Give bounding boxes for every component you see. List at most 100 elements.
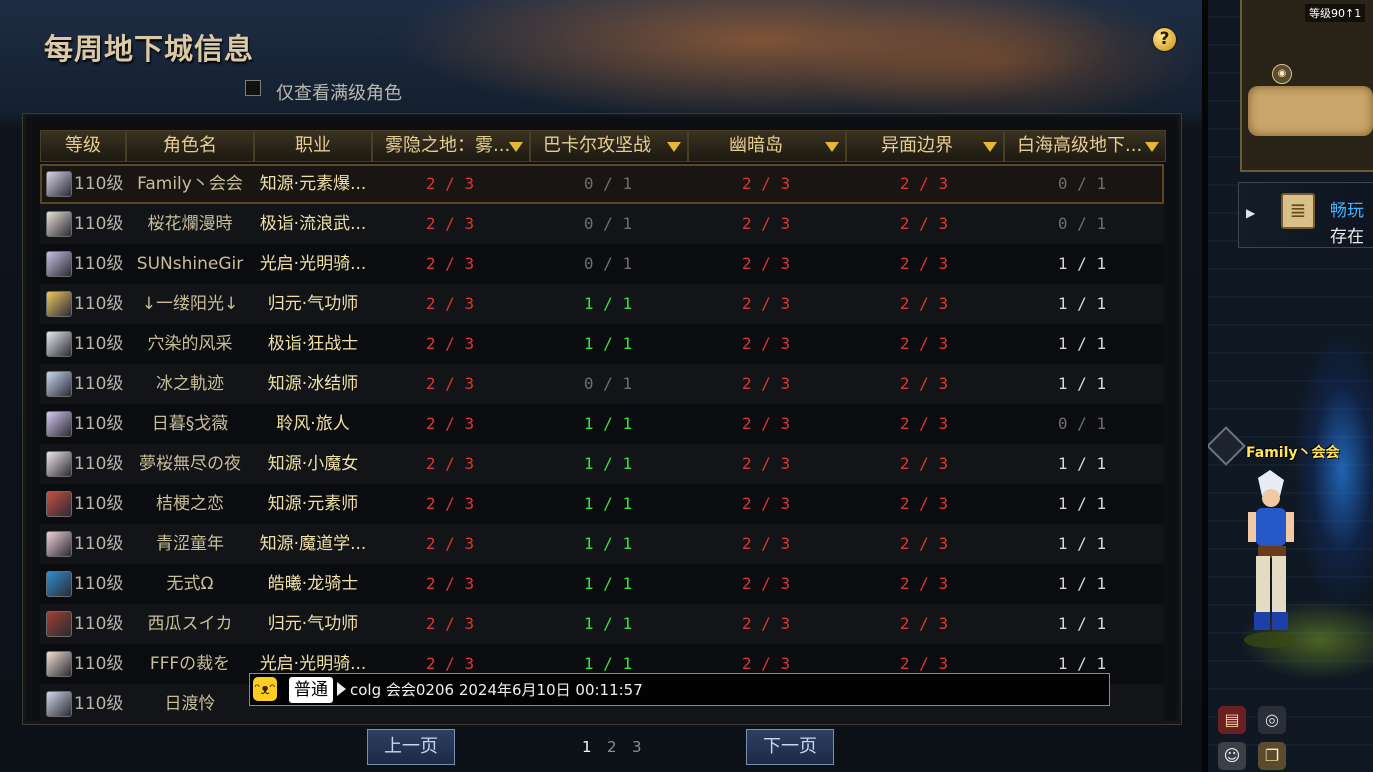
quest-subtitle: 存在 xyxy=(1330,227,1364,247)
dropdown-arrow-icon[interactable] xyxy=(509,142,523,152)
dungeon-clear-count: 2 / 3 xyxy=(899,174,949,193)
character-job: 知源·小魔女 xyxy=(267,454,359,474)
character-level: 110级 xyxy=(74,334,124,354)
next-page-button[interactable]: 下一页 xyxy=(746,729,834,765)
dungeon-clear-count: 1 / 1 xyxy=(583,574,633,593)
expand-arrow-icon[interactable]: ▶ xyxy=(1246,206,1255,220)
table-row[interactable]: 110级 SUNshineGir 光启·光明骑... 2 / 3 0 / 1 2 / 3 2… xyxy=(40,244,1164,284)
character-level: 110级 xyxy=(74,614,124,634)
character-avatar-icon xyxy=(46,611,72,637)
column-header-dungeon-4[interactable]: 异面边界 xyxy=(846,130,1004,162)
table-row[interactable]: 110级 桜花爛漫時 极诣·流浪武... 2 / 3 0 / 1 2 / 3 2 / 3 0 … xyxy=(40,204,1164,244)
chat-message-text: colg 会会0206 2024年6月10日 00:11:57 xyxy=(350,681,643,699)
dungeon-clear-count: 2 / 3 xyxy=(425,454,475,473)
dungeon-clear-count: 2 / 3 xyxy=(741,254,791,273)
dungeon-2-label: 巴卡尔攻坚战 xyxy=(543,135,651,156)
dungeon-clear-count: 2 / 3 xyxy=(425,294,475,313)
dungeon-clear-count: 2 / 3 xyxy=(425,174,475,193)
dropdown-arrow-icon[interactable] xyxy=(667,142,681,152)
character-job: 光启·光明骑... xyxy=(259,254,367,274)
dungeon-clear-count: 1 / 1 xyxy=(1057,534,1107,553)
max-level-only-checkbox[interactable] xyxy=(245,80,261,96)
page-number-1[interactable]: 1 xyxy=(582,738,592,756)
character-level: 110级 xyxy=(74,454,124,474)
table-row[interactable]: 110级 无式Ω 皓曦·龙骑士 2 / 3 1 / 1 2 / 3 2 / 3 1 / 1 xyxy=(40,564,1164,604)
chat-arrow-icon xyxy=(337,682,346,696)
column-header-level[interactable]: 等级 xyxy=(40,130,126,162)
table-row[interactable]: 110级 穴染的风采 极诣·狂战士 2 / 3 1 / 1 2 / 3 2 / 3 1 / 1 xyxy=(40,324,1164,364)
page-number-3[interactable]: 3 xyxy=(632,738,642,756)
character-avatar-icon xyxy=(46,211,72,237)
emote-face-icon: ᵔᴥᵔ xyxy=(253,677,277,701)
character-name: SUNshineGir xyxy=(136,254,244,274)
minimap-marker-icon[interactable]: ◉ xyxy=(1272,64,1292,84)
character-job: 聆风·旅人 xyxy=(276,414,350,434)
table-row[interactable]: 110级 夢桜無尽の夜 知源·小魔女 2 / 3 1 / 1 2 / 3 2 / 3 1 / … xyxy=(40,444,1164,484)
table-row[interactable]: 110级 ↓一缕阳光↓ 归元·气功师 2 / 3 1 / 1 2 / 3 2 / 3 1 / … xyxy=(40,284,1164,324)
character-portrait-icon[interactable]: ☺ xyxy=(1218,742,1246,770)
table-header: 等级 角色名 职业 雾隐之地：雾... 巴卡尔攻坚战 幽暗岛 异面边界 白海高级… xyxy=(40,130,1166,162)
dungeon-clear-count: 0 / 1 xyxy=(583,374,633,393)
dungeon-clear-count: 2 / 3 xyxy=(741,494,791,513)
character-name: 青涩童年 xyxy=(156,534,224,554)
dungeon-clear-count: 2 / 3 xyxy=(425,534,475,553)
max-level-only-label[interactable]: 仅查看满级角色 xyxy=(276,79,402,105)
dungeon-clear-count: 2 / 3 xyxy=(425,494,475,513)
minimap-level-label: 等级90↑1 xyxy=(1305,4,1366,22)
book-icon[interactable]: ❐ xyxy=(1258,742,1286,770)
column-header-dungeon-3[interactable]: 幽暗岛 xyxy=(688,130,846,162)
dungeon-clear-count: 2 / 3 xyxy=(899,534,949,553)
dungeon-clear-count: 1 / 1 xyxy=(583,294,633,313)
table-row[interactable]: 110级 冰之軌迹 知源·冰结师 2 / 3 0 / 1 2 / 3 2 / 3 1 / 1 xyxy=(40,364,1164,404)
dungeon-clear-count: 2 / 3 xyxy=(425,334,475,353)
column-header-name[interactable]: 角色名 xyxy=(126,130,254,162)
dungeon-clear-count: 2 / 3 xyxy=(741,574,791,593)
character-avatar-icon xyxy=(46,171,72,197)
column-header-dungeon-2[interactable]: 巴卡尔攻坚战 xyxy=(530,130,688,162)
character-name: 夢桜無尽の夜 xyxy=(139,454,241,474)
dungeon-clear-count: 0 / 1 xyxy=(583,214,633,233)
page-number-2[interactable]: 2 xyxy=(607,738,617,756)
character-job: 极诣·狂战士 xyxy=(267,334,359,354)
dungeon-clear-count: 2 / 3 xyxy=(899,454,949,473)
character-name: 日渡怜 xyxy=(164,694,216,714)
dungeon-clear-count: 1 / 1 xyxy=(1057,454,1107,473)
character-job: 归元·气功师 xyxy=(267,294,359,314)
dungeon-clear-count: 2 / 3 xyxy=(899,374,949,393)
character-level: 110级 xyxy=(74,694,124,714)
character-avatar-icon xyxy=(46,451,72,477)
table-row[interactable]: 110级 Family丶会会 知源·元素爆... 2 / 3 0 / 1 2 / 3 2 /… xyxy=(40,164,1164,204)
quest-title[interactable]: 畅玩 xyxy=(1330,196,1364,221)
character-job: 知源·元素爆... xyxy=(259,174,367,194)
table-row[interactable]: 110级 日暮§戈薇 聆风·旅人 2 / 3 1 / 1 2 / 3 2 / 3 0 / 1 xyxy=(40,404,1164,444)
quest-scroll-icon[interactable]: ≣ xyxy=(1281,193,1315,229)
character-job: 皓曦·龙骑士 xyxy=(267,574,359,594)
dungeon-5-label: 白海高级地下... xyxy=(1017,135,1143,156)
help-icon[interactable]: ? xyxy=(1153,28,1176,51)
table-row[interactable]: 110级 青涩童年 知源·魔道学... 2 / 3 1 / 1 2 / 3 2 / 3 1 /… xyxy=(40,524,1164,564)
dropdown-arrow-icon[interactable] xyxy=(983,142,997,152)
minimap-map-area[interactable] xyxy=(1248,86,1373,136)
dungeon-clear-count: 1 / 1 xyxy=(583,334,633,353)
dungeon-clear-count: 2 / 3 xyxy=(741,294,791,313)
dungeon-clear-count: 1 / 1 xyxy=(583,614,633,633)
character-level: 110级 xyxy=(74,414,124,434)
table-row[interactable]: 110级 桔梗之恋 知源·元素师 2 / 3 1 / 1 2 / 3 2 / 3 1 / 1 xyxy=(40,484,1164,524)
column-header-job[interactable]: 职业 xyxy=(254,130,372,162)
character-avatar-icon xyxy=(46,411,72,437)
column-header-dungeon-1[interactable]: 雾隐之地：雾... xyxy=(372,130,530,162)
dropdown-arrow-icon[interactable] xyxy=(825,142,839,152)
column-header-dungeon-5[interactable]: 白海高级地下... xyxy=(1004,130,1166,162)
dungeon-clear-count: 2 / 3 xyxy=(425,214,475,233)
calendar-icon[interactable]: ▤ xyxy=(1218,706,1246,734)
dropdown-arrow-icon[interactable] xyxy=(1145,142,1159,152)
prev-page-button[interactable]: 上一页 xyxy=(367,729,455,765)
character-avatar-icon xyxy=(46,331,72,357)
character-job: 知源·魔道学... xyxy=(259,534,367,554)
character-name: 日暮§戈薇 xyxy=(151,414,229,434)
table-row[interactable]: 110级 西瓜スイカ 归元·气功师 2 / 3 1 / 1 2 / 3 2 / 3 1 / 1 xyxy=(40,604,1164,644)
camera-icon[interactable]: ◎ xyxy=(1258,706,1286,734)
dungeon-clear-count: 2 / 3 xyxy=(741,214,791,233)
character-name: 冰之軌迹 xyxy=(156,374,224,394)
character-level: 110级 xyxy=(74,494,124,514)
